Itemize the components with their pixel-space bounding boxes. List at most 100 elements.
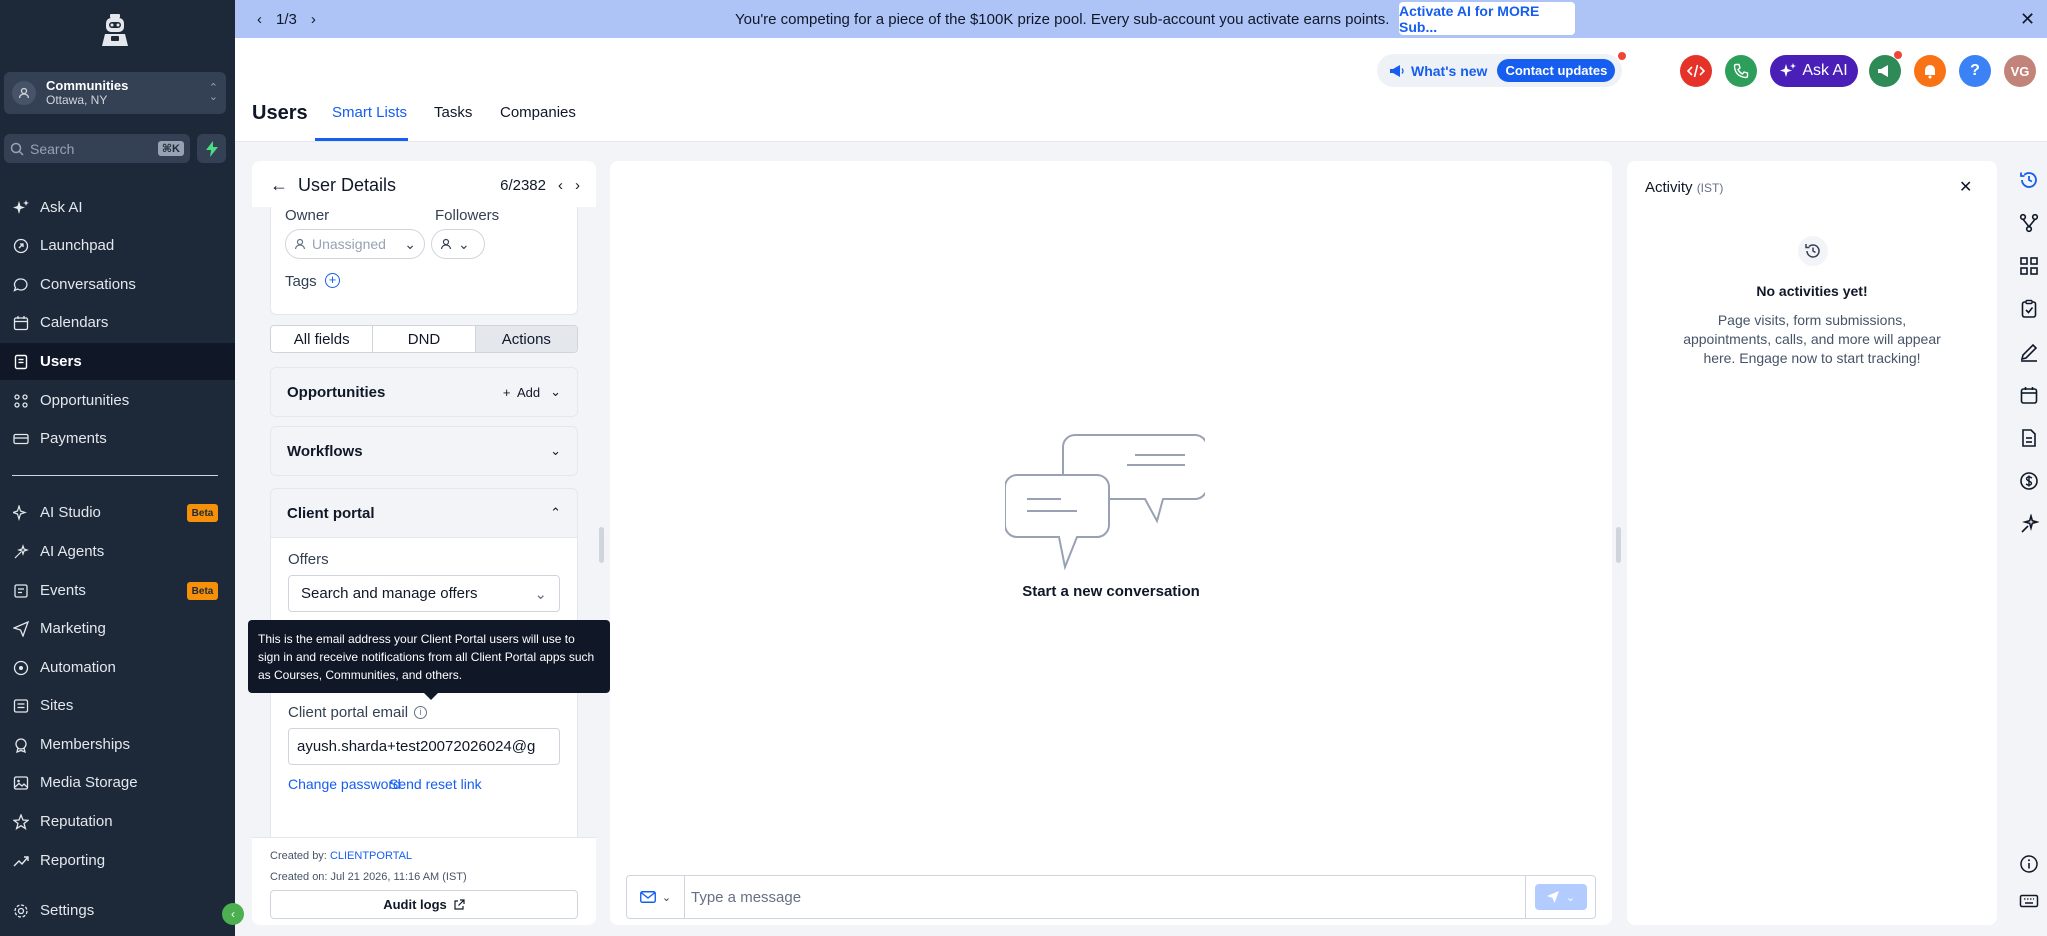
- segment-all-fields[interactable]: All fields: [271, 326, 374, 352]
- chevron-right-icon[interactable]: ›: [575, 177, 580, 194]
- sidebar-item-ai-agents[interactable]: AI Agents: [0, 533, 235, 570]
- account-name: Communities: [46, 77, 129, 93]
- add-opportunity-button[interactable]: + Add: [503, 385, 540, 400]
- code-button[interactable]: [1680, 55, 1712, 87]
- sidebar-item-memberships[interactable]: Memberships: [0, 726, 235, 763]
- dollar-icon[interactable]: [2016, 468, 2042, 494]
- channel-select[interactable]: ⌄: [627, 876, 685, 918]
- ask-ai-button[interactable]: Ask AI: [1770, 55, 1858, 87]
- sidebar-collapse-button[interactable]: ‹: [222, 903, 244, 925]
- followers-select[interactable]: ⌄: [431, 229, 485, 259]
- banner-message: You're competing for a piece of the $100…: [735, 10, 1390, 28]
- sidebar-item-automation[interactable]: Automation: [0, 649, 235, 686]
- help-button[interactable]: ?: [1959, 55, 1991, 87]
- history-icon: [1798, 236, 1828, 266]
- activity-empty-desc: Page visits, form submissions, appointme…: [1683, 312, 1941, 366]
- sidebar-item-users[interactable]: Users: [0, 343, 235, 380]
- chevron-down-icon: ⌄: [404, 235, 416, 252]
- info-icon[interactable]: [2016, 851, 2042, 877]
- account-switcher[interactable]: Communities Ottawa, NY ⌃ ⌄: [4, 72, 226, 114]
- send-button[interactable]: ⌄: [1534, 884, 1587, 910]
- panel-resize-handle[interactable]: [599, 527, 604, 563]
- info-icon[interactable]: i: [414, 706, 428, 719]
- notifications-button[interactable]: [1914, 55, 1946, 87]
- contact-updates-button[interactable]: Contact updates: [1497, 59, 1616, 82]
- sidebar-item-conversations[interactable]: Conversations: [0, 266, 235, 303]
- sidebar-item-label: Reputation: [40, 813, 113, 830]
- audit-logs-button[interactable]: Audit logs: [270, 890, 578, 919]
- keyboard-icon[interactable]: [2016, 888, 2042, 914]
- add-label: Add: [516, 384, 541, 400]
- chevron-right-icon[interactable]: ›: [311, 11, 316, 28]
- tab-smart-lists[interactable]: Smart Lists: [332, 104, 407, 121]
- sidebar-item-ask-ai[interactable]: Ask AI: [0, 189, 235, 226]
- phone-icon: [1733, 63, 1749, 79]
- opportunities-label: Opportunities: [287, 383, 386, 401]
- segment-actions[interactable]: Actions: [475, 326, 577, 352]
- message-input[interactable]: Type a message: [685, 889, 1525, 906]
- sidebar-item-opportunities[interactable]: Opportunities: [0, 382, 235, 419]
- tab-tasks[interactable]: Tasks: [434, 104, 472, 121]
- chevron-down-icon: ⌄: [1565, 891, 1576, 904]
- portal-email-field[interactable]: ayush.sharda+test20072026024@g: [288, 728, 560, 765]
- search-input[interactable]: Search ⌘K: [4, 134, 190, 163]
- promo-banner: ‹ 1/3 › You're competing for a piece of …: [235, 0, 2047, 38]
- chevron-left-icon[interactable]: ‹: [257, 11, 262, 28]
- opportunities-icon: [12, 392, 30, 410]
- workflows-accordion[interactable]: Workflows ⌄: [270, 426, 578, 476]
- pen-icon[interactable]: [2016, 339, 2042, 365]
- chevron-left-icon[interactable]: ‹: [558, 177, 563, 194]
- phone-button[interactable]: [1725, 55, 1757, 87]
- opportunities-accordion[interactable]: Opportunities + Add ⌄: [270, 367, 578, 417]
- announcements-button[interactable]: [1869, 55, 1901, 87]
- created-by: Created by: CLIENTPORTAL: [270, 850, 412, 862]
- add-tag-icon[interactable]: +: [325, 273, 340, 288]
- sidebar-item-reporting[interactable]: Reporting: [0, 842, 235, 879]
- segment-dnd[interactable]: DND: [373, 326, 476, 352]
- offers-select[interactable]: Search and manage offers ⌄: [288, 575, 560, 612]
- code-icon: [1687, 64, 1705, 78]
- ai-studio-icon: [12, 504, 30, 522]
- chevron-down-icon: ⌄: [661, 891, 672, 904]
- sidebar-item-payments[interactable]: Payments: [0, 420, 235, 457]
- portal-email-tooltip: This is the email address your Client Po…: [248, 620, 610, 700]
- owner-select[interactable]: Unassigned ⌄: [285, 229, 425, 259]
- client-portal-accordion[interactable]: Client portal ⌃: [270, 488, 578, 538]
- tab-companies[interactable]: Companies: [500, 104, 576, 121]
- sidebar-item-label: Launchpad: [40, 237, 115, 254]
- whats-new-button[interactable]: What's new: [1389, 63, 1487, 79]
- sidebar-item-media-storage[interactable]: Media Storage: [0, 764, 235, 801]
- robot-logo-icon[interactable]: [97, 12, 133, 48]
- change-password-link[interactable]: Change password: [288, 776, 401, 792]
- sidebar-item-marketing[interactable]: Marketing: [0, 610, 235, 647]
- user-details-scroll[interactable]: Owner Followers Unassigned ⌄ ⌄ Tags + Al…: [252, 207, 596, 867]
- chevron-down-icon: ⌄: [550, 384, 561, 399]
- activity-history-icon[interactable]: [2016, 167, 2042, 193]
- sidebar-item-launchpad[interactable]: Launchpad: [0, 227, 235, 264]
- audit-logs-label: Audit logs: [383, 897, 447, 912]
- document-icon[interactable]: [2016, 425, 2042, 451]
- close-icon[interactable]: ✕: [2020, 9, 2035, 30]
- sidebar-item-calendars[interactable]: Calendars: [0, 304, 235, 341]
- ai-sparkle-icon[interactable]: [2016, 511, 2042, 537]
- calendar-icon[interactable]: [2016, 382, 2042, 408]
- arrow-left-icon[interactable]: ←: [270, 175, 288, 196]
- chevron-down-icon: ⌄: [550, 443, 561, 458]
- active-tab-indicator: [315, 138, 408, 141]
- offers-placeholder: Search and manage offers: [301, 585, 478, 602]
- panel-resize-handle[interactable]: [1616, 527, 1621, 563]
- sidebar-item-settings[interactable]: Settings: [0, 892, 235, 929]
- clipboard-check-icon[interactable]: [2016, 296, 2042, 322]
- close-icon[interactable]: ✕: [1959, 177, 1972, 197]
- sidebar-item-sites[interactable]: Sites: [0, 687, 235, 724]
- user-avatar[interactable]: VG: [2004, 55, 2036, 87]
- automation-grid-icon[interactable]: [2016, 253, 2042, 279]
- send-reset-link[interactable]: Send reset link: [389, 776, 482, 792]
- sidebar-item-label: Ask AI: [40, 199, 83, 216]
- created-by-value[interactable]: CLIENTPORTAL: [330, 850, 412, 862]
- workflow-icon[interactable]: [2016, 210, 2042, 236]
- megaphone-icon: [1390, 64, 1404, 77]
- quick-action-button[interactable]: [197, 134, 226, 163]
- sidebar-item-reputation[interactable]: Reputation: [0, 803, 235, 840]
- activate-ai-button[interactable]: Activate AI for MORE Sub...: [1399, 2, 1575, 35]
